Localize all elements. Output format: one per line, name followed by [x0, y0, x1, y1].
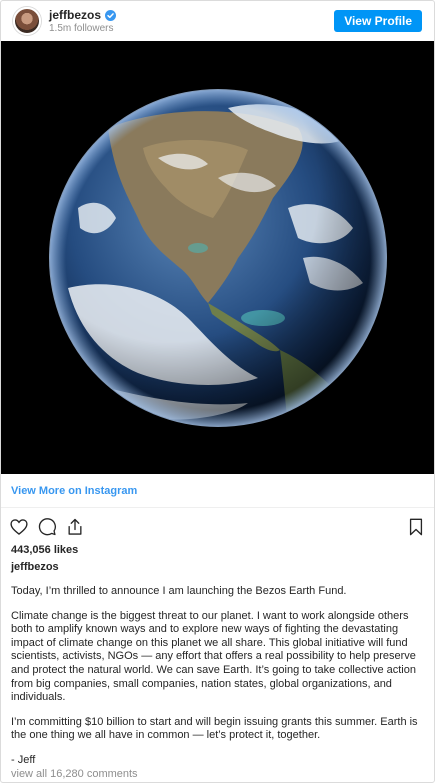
caption: Today, I’m thrilled to announce I am lau…: [1, 585, 434, 768]
follower-count: 1.5m followers: [49, 23, 114, 34]
user-block: jeffbezos 1.5m followers: [49, 8, 334, 34]
bookmark-icon[interactable]: [406, 517, 426, 537]
user-row: jeffbezos: [49, 8, 334, 22]
view-comments-link[interactable]: view all 16,280 comments: [1, 768, 148, 780]
heart-icon[interactable]: [9, 517, 29, 537]
caption-paragraph-1: Today, I’m thrilled to announce I am lau…: [11, 585, 347, 597]
caption-signature: - Jeff: [11, 753, 36, 766]
like-count[interactable]: 443,056 likes: [1, 542, 434, 558]
view-more-link[interactable]: View More on Instagram: [1, 474, 434, 508]
username[interactable]: jeffbezos: [49, 8, 101, 22]
action-bar: [1, 512, 434, 542]
view-profile-button[interactable]: View Profile: [334, 10, 422, 32]
caption-paragraph-2: Climate change is the biggest threat to …: [11, 609, 416, 704]
instagram-embed: jeffbezos 1.5m followers View Profile Vi…: [0, 0, 435, 783]
caption-paragraph-3: I’m committing $10 billion to start and …: [11, 715, 418, 742]
share-icon[interactable]: [65, 517, 85, 537]
earth-image: [48, 88, 387, 427]
comment-icon[interactable]: [37, 517, 57, 537]
post-header: jeffbezos 1.5m followers View Profile: [1, 1, 434, 41]
verified-badge-icon: [105, 9, 117, 21]
post-image[interactable]: [1, 41, 434, 474]
caption-username[interactable]: jeffbezos: [1, 558, 434, 576]
avatar[interactable]: [13, 7, 41, 35]
